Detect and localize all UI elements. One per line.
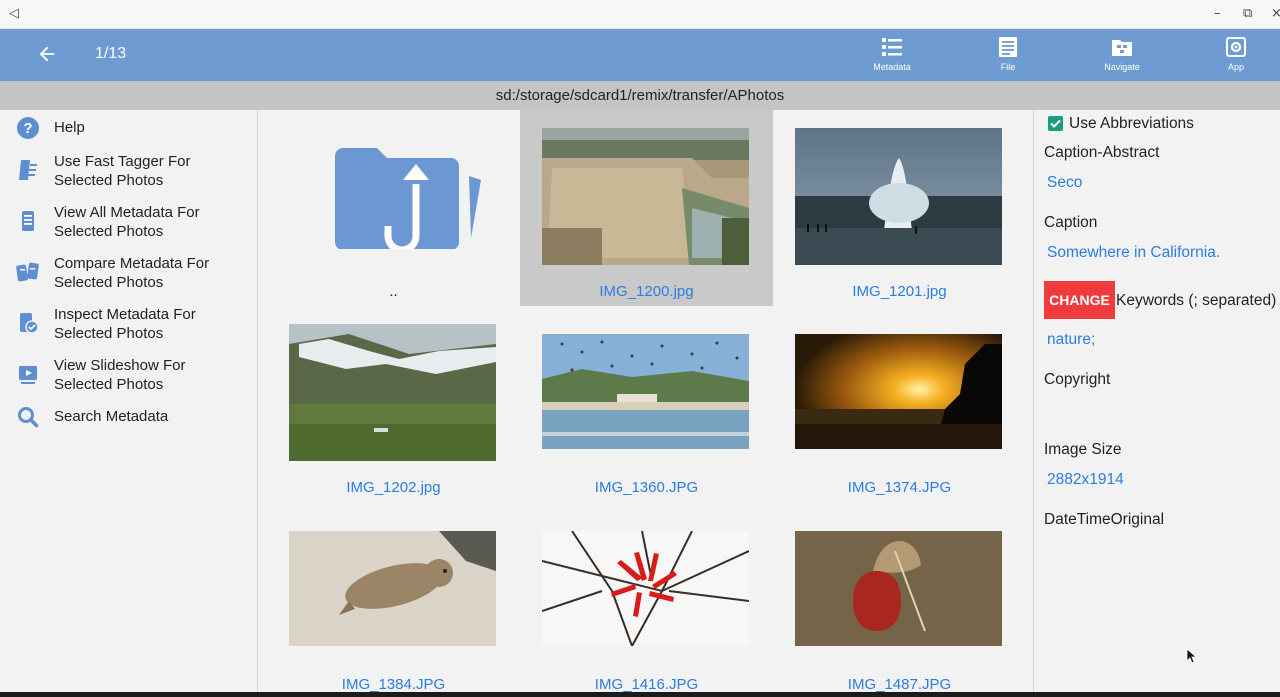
photo-thumbnail: [795, 128, 1002, 265]
caption-label: Caption: [1044, 214, 1098, 231]
grid-item-label: IMG_1487.JPG: [847, 676, 952, 693]
caption-abstract-label: Caption-Abstract: [1044, 144, 1160, 161]
grid-item-photo[interactable]: IMG_1360.JPG: [520, 306, 773, 502]
menu-item-fast-tagger[interactable]: Use Fast Tagger For Selected Photos: [0, 152, 258, 192]
image-size-label: Image Size: [1044, 441, 1122, 458]
menu-item-view-all-metadata[interactable]: View All Metadata For Selected Photos: [0, 203, 258, 243]
menu-item-label: View All Metadata For Selected Photos: [54, 204, 200, 240]
grid-item-label: IMG_1416.JPG: [594, 676, 699, 693]
app-bar: 1/13 Metadata File Navigate App: [0, 29, 1280, 81]
window-titlebar: ◁ – ⧉ ×: [0, 0, 1280, 29]
photo-counter: 1/13: [95, 45, 127, 62]
keywords-value[interactable]: nature;: [1047, 331, 1095, 349]
photo-thumbnail: [542, 531, 749, 646]
menu-item-compare-metadata[interactable]: Compare Metadata For Selected Photos: [0, 254, 258, 294]
grid-item-label: IMG_1200.jpg: [599, 283, 694, 300]
back-arrow-icon[interactable]: [36, 43, 58, 65]
grid-item-parent-folder[interactable]: ..: [267, 110, 520, 306]
metadata-action-label: Metadata: [873, 62, 911, 72]
mouse-cursor-icon: [1186, 648, 1198, 664]
settings-icon: [1226, 37, 1246, 57]
copyright-label: Copyright: [1044, 371, 1111, 388]
menu-item-inspect-metadata[interactable]: Inspect Metadata For Selected Photos: [0, 305, 258, 345]
menu-item-label: Search Metadata: [54, 408, 169, 425]
grid-item-photo[interactable]: IMG_1416.JPG: [520, 503, 773, 697]
grid-item-label: IMG_1201.jpg: [852, 283, 947, 300]
grid-item-label: IMG_1374.JPG: [847, 479, 952, 496]
use-abbreviations-label: Use Abbreviations: [1069, 115, 1194, 132]
file-action-label: File: [1000, 62, 1016, 72]
caption-value[interactable]: Somewhere in California.: [1047, 244, 1220, 262]
caption-abstract-value[interactable]: Seco: [1047, 174, 1082, 192]
list-icon: [882, 38, 902, 56]
photo-thumbnail: [289, 531, 496, 646]
menu-item-label: View Slideshow For Selected Photos: [54, 357, 186, 393]
folder-path: sd:/storage/sdcard1/remix/transfer/APhot…: [0, 81, 1280, 110]
grid-item-label: IMG_1202.jpg: [346, 479, 441, 496]
folder-up-icon: [335, 148, 481, 249]
checkmark-icon: [1050, 119, 1061, 128]
grid-item-photo[interactable]: IMG_1374.JPG: [773, 306, 1026, 502]
menu-item-label: Help: [54, 119, 85, 136]
menu-item-slideshow[interactable]: View Slideshow For Selected Photos: [0, 356, 258, 396]
navigate-action-label: Navigate: [1104, 62, 1140, 72]
photo-thumbnail: [542, 334, 749, 449]
grid-item-photo[interactable]: IMG_1202.jpg: [267, 306, 520, 502]
window-back-icon[interactable]: ◁: [9, 6, 19, 22]
grid-item-photo[interactable]: IMG_1487.JPG: [773, 503, 1026, 697]
app-action-button[interactable]: App: [1196, 35, 1276, 72]
menu-item-label: Use Fast Tagger For Selected Photos: [54, 153, 191, 189]
taskbar-strip: [0, 692, 1280, 697]
photo-grid: .. IMG_1200.jpg IMG_1201.jpg IMG_1202.jp…: [259, 110, 1034, 697]
navigate-action-button[interactable]: Navigate: [1082, 35, 1162, 72]
keywords-label: Keywords (; separated): [1116, 292, 1277, 309]
svg-text:?: ?: [23, 120, 32, 137]
menu-item-label: Inspect Metadata For Selected Photos: [54, 306, 196, 342]
grid-item-label: ..: [389, 283, 398, 300]
search-icon: [18, 407, 39, 428]
metadata-action-button[interactable]: Metadata: [852, 35, 932, 72]
photo-thumbnail: [795, 531, 1002, 646]
grid-item-label: IMG_1360.JPG: [594, 479, 699, 496]
metadata-list-icon: [22, 211, 34, 231]
inspect-icon: [20, 313, 39, 334]
compare-icon: [16, 262, 39, 282]
restore-icon[interactable]: ⧉: [1243, 6, 1252, 22]
grid-item-photo[interactable]: IMG_1201.jpg: [773, 110, 1026, 306]
use-abbreviations-checkbox[interactable]: [1048, 116, 1063, 131]
menu-item-help[interactable]: ? Help: [0, 116, 258, 139]
grid-item-photo[interactable]: IMG_1384.JPG: [267, 503, 520, 697]
slideshow-icon: [19, 366, 37, 384]
app-action-label: App: [1227, 62, 1244, 72]
grid-item-photo[interactable]: IMG_1200.jpg: [520, 110, 773, 306]
metadata-details-panel: Use Abbreviations Caption-Abstract Seco …: [1035, 110, 1280, 697]
change-keywords-button[interactable]: CHANGE: [1044, 281, 1115, 319]
close-icon[interactable]: ×: [1271, 6, 1280, 22]
photo-thumbnail: [795, 334, 1002, 449]
grid-item-label: IMG_1384.JPG: [341, 676, 446, 693]
menu-item-search-metadata[interactable]: Search Metadata: [0, 405, 258, 428]
photo-thumbnail: [289, 324, 496, 461]
actions-sidebar: ? Help Use Fast Tagger For Selected Phot…: [0, 110, 258, 697]
photo-thumbnail: [542, 128, 749, 265]
folder-navigate-icon: [1112, 40, 1132, 56]
tagger-icon: [19, 160, 37, 180]
document-icon: [999, 37, 1017, 57]
file-action-button[interactable]: File: [968, 35, 1048, 72]
help-icon: ?: [17, 117, 39, 139]
minimize-icon[interactable]: –: [1214, 6, 1221, 22]
datetime-original-label: DateTimeOriginal: [1044, 511, 1165, 528]
image-size-value: 2882x1914: [1047, 471, 1124, 488]
menu-item-label: Compare Metadata For Selected Photos: [54, 255, 210, 291]
